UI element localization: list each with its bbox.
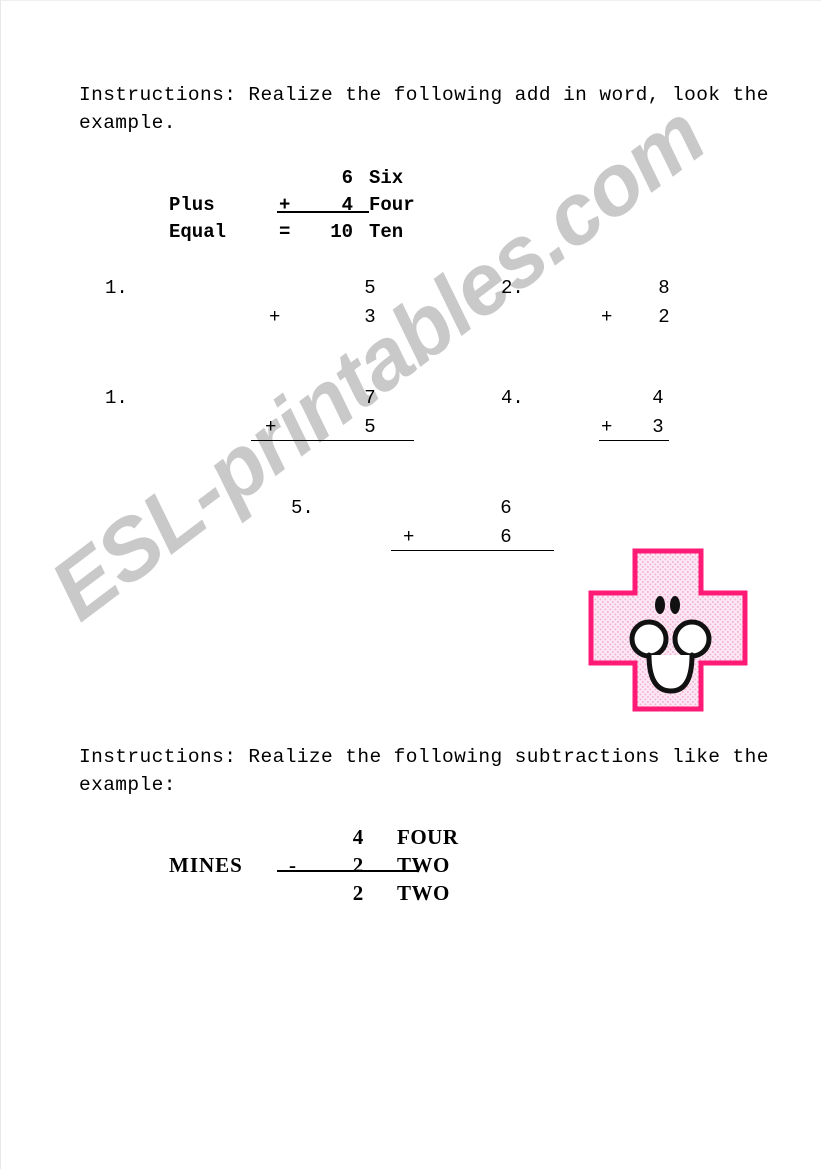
example-operator: +	[279, 194, 291, 216]
problem-index: 1.	[105, 387, 128, 409]
example-sum-rule	[277, 211, 369, 213]
example-word: Six	[369, 167, 404, 189]
example-difference-rule	[277, 870, 419, 872]
problem-top-number: 7	[364, 387, 376, 409]
example-label: Plus	[169, 194, 215, 216]
problem-operator: +	[601, 306, 613, 328]
example-number: 6	[341, 167, 353, 189]
problem-answer-rule	[251, 440, 414, 441]
example-label: MINES	[169, 853, 243, 877]
problem-index: 1.	[105, 277, 128, 299]
problem-top-number: 8	[658, 277, 670, 299]
problem-operator: +	[265, 416, 277, 438]
subtraction-instructions: Instructions: Realize the following subt…	[79, 746, 769, 796]
problem-bottom-number: 3	[652, 416, 664, 438]
example-word: Four	[369, 194, 415, 216]
problem-top-number: 5	[364, 277, 376, 299]
example-word: FOUR	[397, 825, 459, 849]
problem-bottom-number: 5	[364, 416, 376, 438]
example-number: 4	[341, 194, 353, 216]
problem-bottom-number: 2	[658, 306, 670, 328]
problem-bottom-number: 6	[500, 526, 512, 548]
example-operator: -	[289, 853, 296, 877]
problem-operator: +	[601, 416, 613, 438]
example-number: 2	[352, 881, 364, 905]
example-word: Ten	[369, 221, 404, 243]
example-word: TWO	[397, 881, 450, 905]
problem-index: 5.	[291, 497, 314, 519]
problem-answer-rule	[599, 440, 669, 441]
problem-answer-rule	[391, 550, 554, 551]
problem-index: 2.	[501, 277, 524, 299]
problem-bottom-number: 3	[364, 306, 376, 328]
example-word: TWO	[397, 853, 450, 877]
problem-operator: +	[403, 526, 415, 548]
problem-top-number: 4	[652, 387, 664, 409]
example-operator: =	[279, 221, 291, 243]
example-number: 4	[352, 825, 364, 849]
worksheet-page: ESL-printables.com Instructions: Realize…	[0, 0, 821, 1169]
example-number: 10	[330, 221, 353, 243]
addition-instructions: Instructions: Realize the following add …	[79, 84, 769, 134]
problem-operator: +	[269, 306, 281, 328]
problem-index: 4.	[501, 387, 524, 409]
example-label: Equal	[169, 221, 227, 243]
smiley-plus-icon	[588, 548, 748, 712]
problem-top-number: 6	[500, 497, 512, 519]
example-number: 2	[352, 853, 364, 877]
